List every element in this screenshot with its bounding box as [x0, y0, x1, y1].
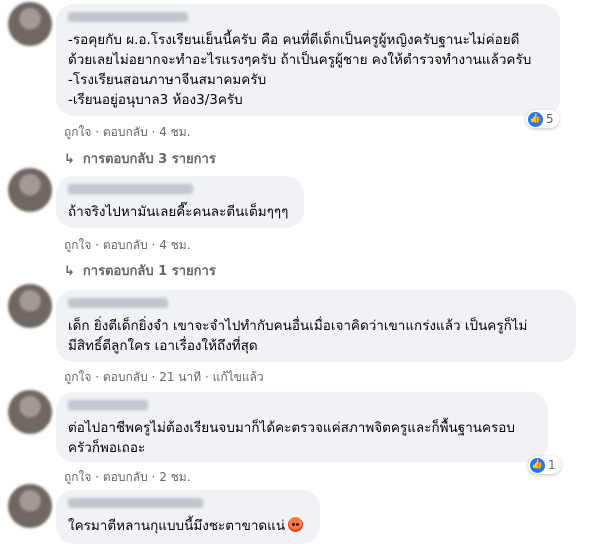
avatar[interactable]	[8, 484, 52, 528]
commenter-name[interactable]	[68, 184, 193, 194]
like-link[interactable]: ถูกใจ	[64, 236, 91, 255]
avatar[interactable]	[8, 2, 52, 46]
reply-arrow-icon: ↳	[64, 264, 75, 279]
comment-text-line: ครัวก็พอเถอะ	[68, 440, 146, 456]
comment-text-line: ถ้าจริงไปหามันเลยคี๊ะคนละตีนเต็มๆๆๆ	[68, 204, 289, 220]
timestamp[interactable]: 4 ชม.	[159, 236, 190, 255]
avatar[interactable]	[8, 284, 52, 328]
like-link[interactable]: ถูกใจ	[64, 368, 91, 387]
thumbs-up-icon: 👍	[528, 111, 543, 127]
like-link[interactable]: ถูกใจ	[64, 468, 91, 487]
comment-bubble: -รอคุยกับ ผ.อ.โรงเรียนเย็นนี้ครับ คือ คน…	[56, 4, 560, 116]
comment-meta: ถูกใจ · ตอบกลับ · 4 ชม.	[64, 123, 191, 142]
avatar[interactable]	[8, 390, 52, 434]
comment-bubble: ต่อไปอาชีพครูไม่ต้องเรียนจบมาก็ได้คะตรวจ…	[56, 392, 548, 462]
reply-link[interactable]: ตอบกลับ	[103, 123, 148, 142]
replies-count-text: การตอบกลับ 1 รายการ	[82, 264, 216, 279]
reaction-summary[interactable]: 👍 1	[528, 456, 561, 474]
comment-text-line: -เรียนอยู่อนุบาล3 ห้อง3/3ครับ	[68, 92, 243, 108]
comment-text-line: ใครมาตีหลานกุแบบนี้มึงชะตาขาดแน่	[68, 516, 308, 536]
reply-link[interactable]: ตอบกลับ	[103, 368, 148, 387]
angry-emoji-icon	[288, 517, 304, 532]
view-replies-link[interactable]: ↳ การตอบกลับ 1 รายการ	[64, 260, 216, 281]
reaction-count: 1	[548, 458, 556, 472]
commenter-name[interactable]	[68, 298, 168, 308]
comment-meta: ถูกใจ · ตอบกลับ · 21 นาที · แก้ไขแล้ว	[64, 368, 264, 387]
commenter-name[interactable]	[68, 498, 203, 508]
timestamp[interactable]: 21 นาที	[159, 368, 201, 387]
thumbs-up-icon: 👍	[530, 457, 545, 473]
comment-bubble: เด็ก ยิ่งตีเด็กยิ่งจำ เขาจะจำไปทำกับคนอื…	[56, 290, 576, 362]
view-replies-link[interactable]: ↳ การตอบกลับ 3 รายการ	[64, 148, 216, 169]
reply-link[interactable]: ตอบกลับ	[103, 468, 148, 487]
like-link[interactable]: ถูกใจ	[64, 123, 91, 142]
commenter-name[interactable]	[68, 12, 188, 22]
comment-text: ใครมาตีหลานกุแบบนี้มึงชะตาขาดแน่	[68, 518, 286, 534]
comment-text-line: เด็ก ยิ่งตีเด็กยิ่งจำ เขาจะจำไปทำกับคนอื…	[68, 318, 528, 334]
edited-label[interactable]: แก้ไขแล้ว	[213, 368, 264, 387]
commenter-name[interactable]	[68, 400, 148, 410]
comment-text-line: -รอคุยกับ ผ.อ.โรงเรียนเย็นนี้ครับ คือ คน…	[68, 32, 520, 48]
comment-text-line: ด้วยเลยไม่อยากจะทำอะไรแรงๆครับ ถ้าเป็นคร…	[68, 52, 532, 68]
comment-bubble: ถ้าจริงไปหามันเลยคี๊ะคนละตีนเต็มๆๆๆ	[56, 176, 304, 228]
timestamp[interactable]: 4 ชม.	[159, 123, 190, 142]
comment-meta: ถูกใจ · ตอบกลับ · 4 ชม.	[64, 236, 191, 255]
comment-text-line: -โรงเรียนสอนภาษาจีนสมาคมครับ	[68, 72, 267, 88]
timestamp[interactable]: 2 ชม.	[159, 468, 190, 487]
reply-arrow-icon: ↳	[64, 152, 75, 167]
comment-text-line: ต่อไปอาชีพครูไม่ต้องเรียนจบมาก็ได้คะตรวจ…	[68, 420, 515, 436]
comment-meta: ถูกใจ · ตอบกลับ · 2 ชม.	[64, 468, 191, 487]
reply-link[interactable]: ตอบกลับ	[103, 236, 148, 255]
reaction-count: 5	[546, 112, 554, 126]
reaction-summary[interactable]: 👍 5	[526, 110, 559, 128]
comment-text-line: มีสิทธิ์ตีลูกใคร เอาเรื่องให้ถึงที่สุด	[68, 338, 258, 354]
avatar[interactable]	[8, 168, 52, 212]
replies-count-text: การตอบกลับ 3 รายการ	[82, 152, 216, 167]
comment-bubble: ใครมาตีหลานกุแบบนี้มึงชะตาขาดแน่	[56, 490, 320, 544]
